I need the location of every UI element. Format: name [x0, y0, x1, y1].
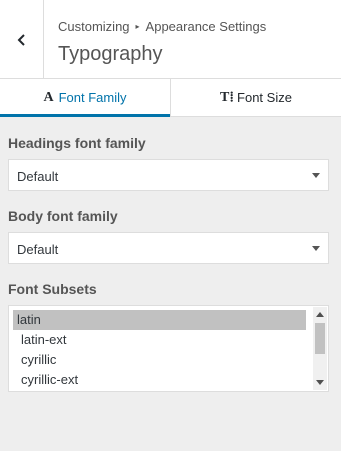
- list-item-cyrillic[interactable]: cyrillic: [13, 350, 306, 370]
- font-subsets-label: Font Subsets: [8, 281, 97, 297]
- listbox-scrollbar[interactable]: [313, 307, 327, 390]
- tab-font-size-label: Font Size: [237, 90, 292, 105]
- headings-font-select[interactable]: Default: [8, 159, 329, 191]
- body-font-select[interactable]: Default: [8, 232, 329, 264]
- chevron-left-icon: [17, 33, 25, 46]
- typography-tabs: A Font Family T⁞ Font Size: [0, 79, 341, 117]
- breadcrumb: Customizing ▸ Appearance Settings: [58, 19, 266, 34]
- font-size-icon: T⁞: [220, 89, 235, 105]
- font-subsets-listbox[interactable]: latin latin-ext cyrillic cyrillic-ext: [8, 305, 329, 392]
- font-family-icon: A: [43, 89, 54, 105]
- back-button[interactable]: [0, 0, 44, 79]
- breadcrumb-appearance-settings: Appearance Settings: [145, 19, 267, 34]
- scroll-down-arrow-icon[interactable]: [316, 380, 324, 385]
- headings-font-label: Headings font family: [8, 135, 146, 151]
- scroll-thumb[interactable]: [315, 323, 325, 354]
- tab-font-family-label: Font Family: [58, 90, 127, 105]
- headings-font-value: Default: [17, 169, 59, 184]
- body-font-value: Default: [17, 242, 59, 257]
- list-item-latin-ext[interactable]: latin-ext: [13, 330, 306, 350]
- customizer-header: Customizing ▸ Appearance Settings Typograp…: [0, 0, 341, 79]
- body-font-label: Body font family: [8, 208, 118, 224]
- dropdown-arrow-icon: [312, 173, 320, 178]
- tab-font-size[interactable]: T⁞ Font Size: [170, 79, 341, 116]
- breadcrumb-customizing: Customizing: [58, 19, 130, 34]
- breadcrumb-separator-icon: ▸: [135, 22, 140, 31]
- list-item-latin[interactable]: latin: [13, 310, 306, 330]
- page-title: Typography: [58, 43, 163, 65]
- tab-font-family[interactable]: A Font Family: [0, 79, 170, 117]
- dropdown-arrow-icon: [312, 246, 320, 251]
- list-item-cyrillic-ext[interactable]: cyrillic-ext: [13, 370, 306, 390]
- scroll-up-arrow-icon[interactable]: [316, 312, 324, 317]
